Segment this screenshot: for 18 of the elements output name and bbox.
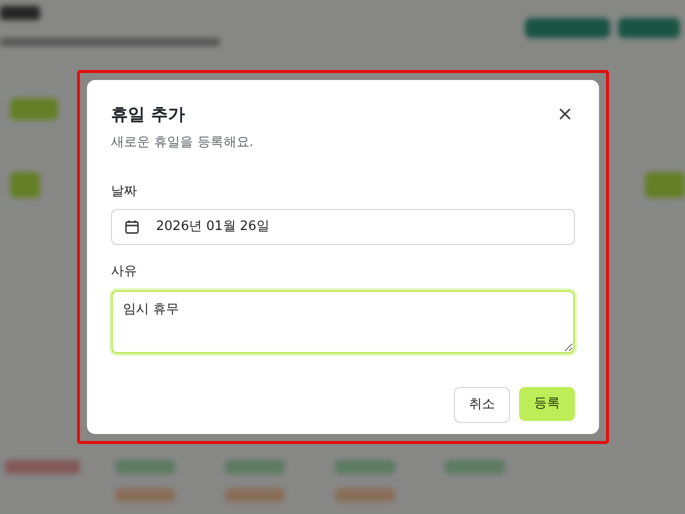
blurred-tag: [225, 460, 285, 474]
cancel-button[interactable]: 취소: [454, 386, 510, 422]
date-field[interactable]: 2026년 01월 26일: [111, 209, 575, 245]
close-icon: [559, 108, 571, 120]
calendar-icon: [124, 219, 140, 235]
blurred-title: [0, 6, 40, 20]
dialog-subtitle: 새로운 휴일을 등록해요.: [111, 134, 254, 152]
blurred-tag: [335, 488, 395, 502]
blurred-tag: [445, 460, 505, 474]
blurred-tag: [335, 460, 395, 474]
field-label: 날짜: [111, 182, 137, 200]
blurred-tag: [225, 488, 285, 502]
reason-textarea[interactable]: 임시 휴무: [111, 290, 575, 354]
dialog-title: 휴일 추가: [111, 104, 185, 126]
submit-button[interactable]: 등록: [519, 386, 575, 420]
field-label: 사유: [111, 263, 137, 281]
blurred-tag: [115, 460, 175, 474]
blurred-tag: [115, 488, 175, 502]
